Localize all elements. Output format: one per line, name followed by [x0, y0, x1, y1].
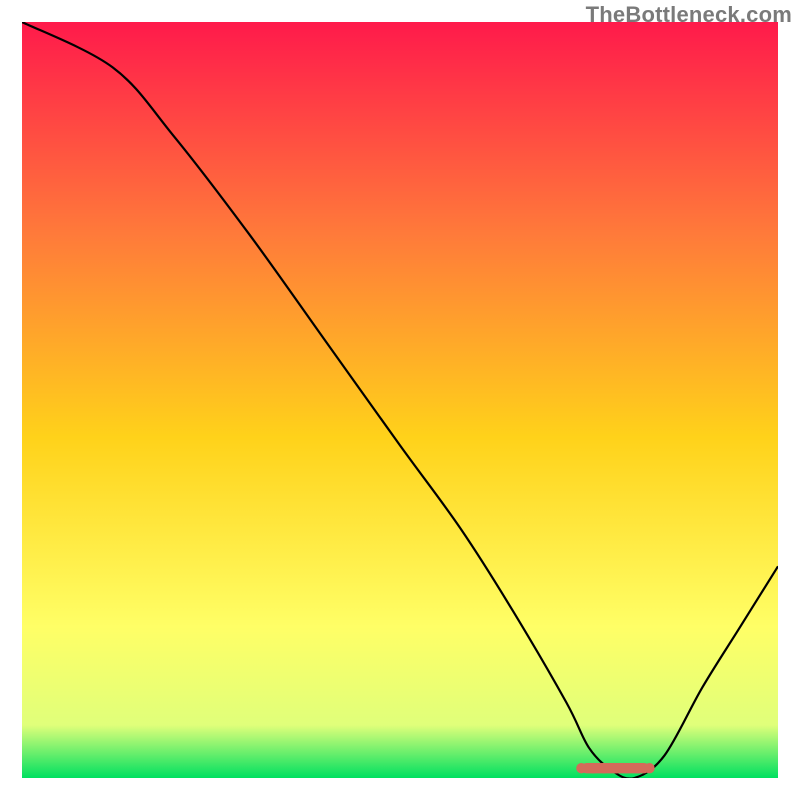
chart-svg: [22, 22, 778, 778]
chart-canvas: TheBottleneck.com: [0, 0, 800, 800]
optimal-marker-dot: [599, 763, 609, 773]
optimal-marker-dot: [610, 763, 620, 773]
optimal-marker-dot: [588, 763, 598, 773]
gradient-background: [22, 22, 778, 778]
optimal-marker-group: [576, 763, 655, 773]
optimal-marker-dot: [644, 763, 654, 773]
optimal-marker-dot: [622, 763, 632, 773]
optimal-marker-dot: [633, 763, 643, 773]
plot-area: [22, 22, 778, 778]
optimal-marker-dot: [576, 763, 586, 773]
